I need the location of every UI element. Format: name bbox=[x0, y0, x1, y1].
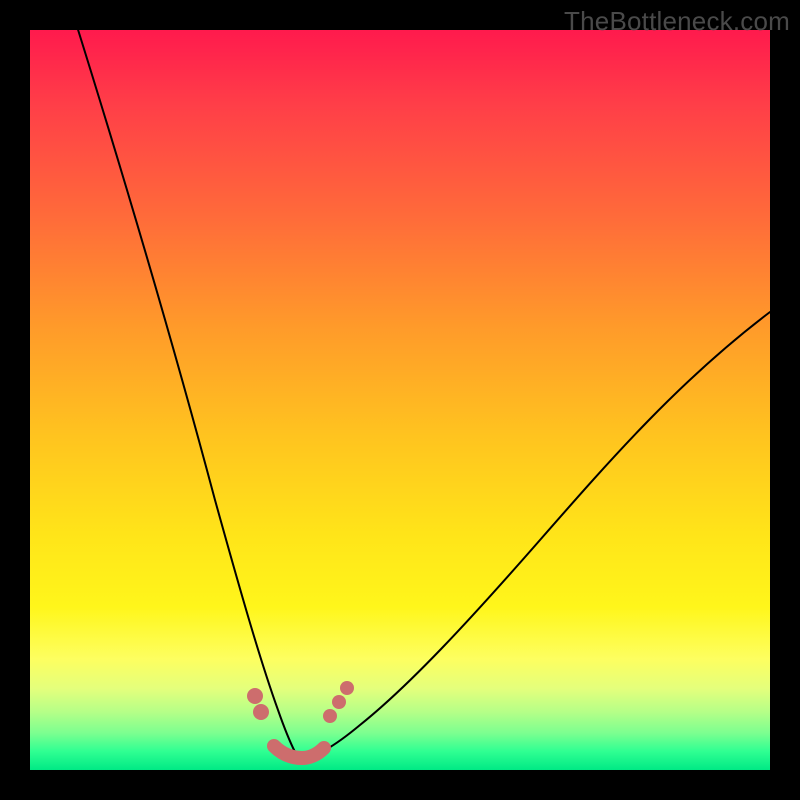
marker-dot bbox=[340, 681, 354, 695]
watermark-text: TheBottleneck.com bbox=[564, 6, 790, 37]
chart-frame: TheBottleneck.com bbox=[0, 0, 800, 800]
marker-dot bbox=[332, 695, 346, 709]
marker-dot bbox=[247, 688, 263, 704]
valley-thick-segment bbox=[274, 746, 324, 758]
marker-dot bbox=[253, 704, 269, 720]
curve-right-limb bbox=[298, 312, 770, 758]
marker-dot bbox=[323, 709, 337, 723]
curve-layer bbox=[30, 30, 770, 770]
curve-left-limb bbox=[75, 20, 298, 758]
plot-area bbox=[30, 30, 770, 770]
